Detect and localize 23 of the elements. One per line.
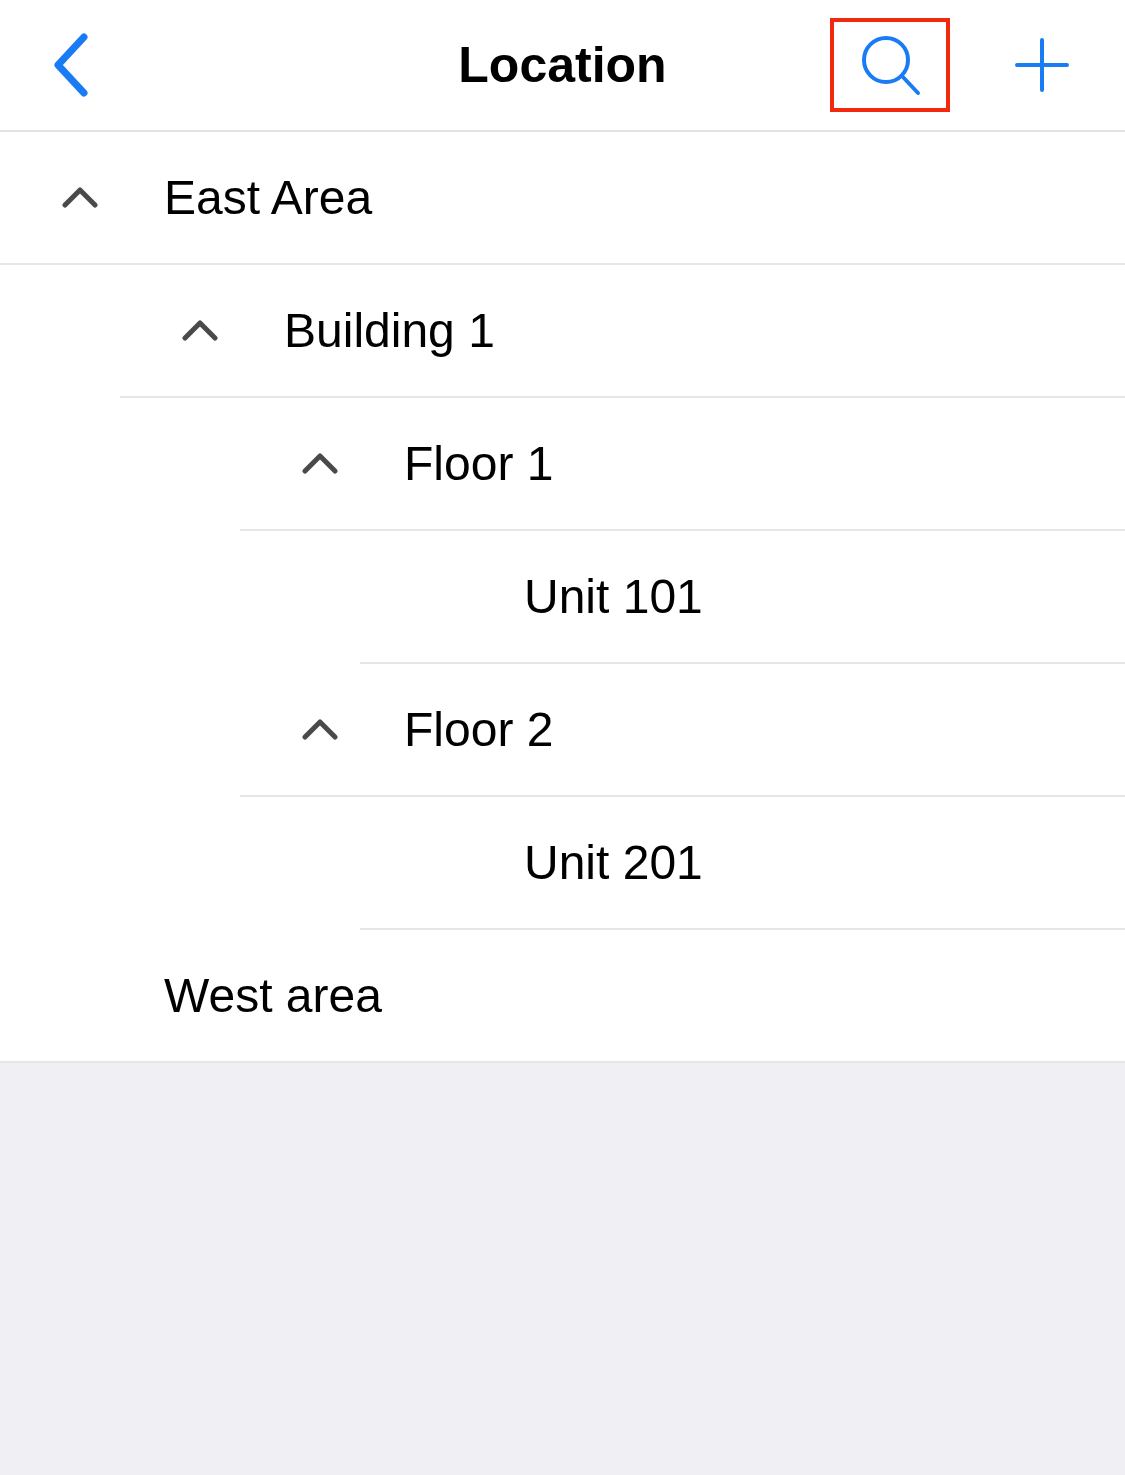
chevron-up-icon[interactable] [182, 318, 218, 343]
search-button[interactable] [830, 18, 950, 112]
tree-row[interactable]: Unit 101 [360, 531, 1125, 662]
chevron-up-icon[interactable] [302, 451, 338, 476]
chevron-up-icon[interactable] [62, 185, 98, 210]
plus-icon [1015, 38, 1069, 92]
tree-row[interactable]: East Area [0, 132, 1125, 263]
tree-item-label: Unit 101 [524, 569, 703, 624]
tree-item-label: Floor 1 [404, 436, 554, 491]
tree-item-label: West area [164, 968, 382, 1023]
tree-item-label: Building 1 [284, 303, 495, 358]
chevron-up-icon[interactable] [302, 717, 338, 742]
add-button[interactable] [1012, 35, 1072, 95]
tree-item-label: Floor 2 [404, 702, 554, 757]
screen-title: Location [458, 36, 667, 94]
tree-row[interactable]: Floor 1 [240, 398, 1125, 529]
tree-row[interactable]: West area [0, 930, 1125, 1061]
tree-row[interactable]: Building 1 [120, 265, 1125, 396]
search-icon [859, 34, 921, 96]
tree-row[interactable]: Unit 201 [360, 797, 1125, 928]
tree-item-label: East Area [164, 170, 373, 225]
tree-item-label: Unit 201 [524, 835, 703, 890]
tree-row[interactable]: Floor 2 [240, 664, 1125, 795]
